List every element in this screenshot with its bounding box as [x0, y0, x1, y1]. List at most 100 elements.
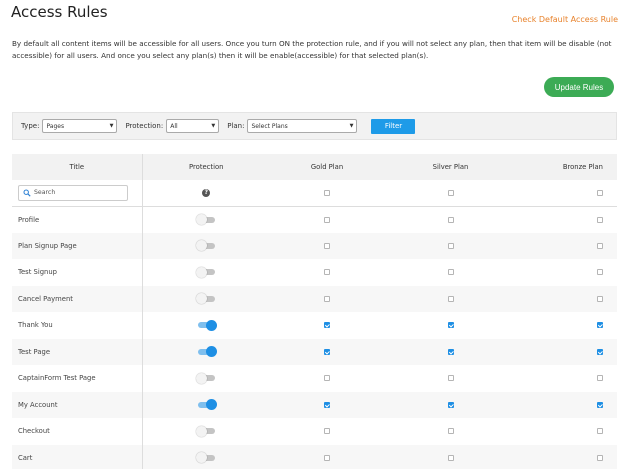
column-header-silver-plan: Silver Plan	[384, 154, 517, 180]
gold-plan-checkbox[interactable]	[324, 428, 330, 435]
check-default-access-rule-link[interactable]: Check Default Access Rule	[512, 15, 618, 24]
gold-plan-checkbox[interactable]	[324, 348, 330, 355]
help-icon[interactable]: ?	[202, 189, 211, 198]
column-header-title: Title	[12, 154, 143, 180]
gold-plan-checkbox[interactable]	[324, 401, 330, 408]
gold-plan-checkbox[interactable]	[324, 375, 330, 382]
chevron-down-icon: ▼	[349, 123, 354, 129]
silver-plan-checkbox[interactable]	[447, 322, 454, 329]
type-label: Type:	[21, 122, 40, 130]
chevron-down-icon: ▼	[109, 123, 114, 129]
table-row: Checkout	[12, 418, 617, 445]
search-input[interactable]: Search	[18, 184, 128, 201]
silver-plan-checkbox[interactable]	[447, 242, 454, 249]
table-row: Cart	[12, 444, 617, 469]
gold-plan-checkbox[interactable]	[324, 269, 330, 276]
table-row: Test Page	[12, 338, 617, 365]
table-row: Profile	[12, 206, 617, 233]
protection-toggle[interactable]	[195, 240, 215, 252]
bronze-plan-checkbox[interactable]	[597, 401, 603, 408]
bronze-plan-checkbox[interactable]	[597, 322, 603, 329]
description-text: By default all content items will be acc…	[12, 39, 612, 60]
row-title: Cancel Payment	[12, 285, 143, 312]
protection-select[interactable]: All ▼	[166, 119, 220, 133]
gold-plan-checkbox[interactable]	[324, 242, 330, 249]
bronze-plan-checkbox[interactable]	[597, 428, 603, 435]
protection-toggle[interactable]	[195, 293, 215, 305]
row-title: Test Page	[12, 338, 143, 365]
protection-label: Protection:	[125, 122, 164, 130]
gold-plan-checkbox[interactable]	[324, 295, 330, 302]
protection-toggle[interactable]	[197, 399, 217, 411]
toggle-knob	[205, 399, 217, 411]
row-title: CaptainForm Test Page	[12, 365, 143, 392]
plan-select-value: Select Plans	[251, 122, 288, 130]
protection-toggle[interactable]	[195, 372, 215, 384]
silver-plan-checkbox[interactable]	[447, 216, 454, 223]
protection-select-value: All	[170, 122, 178, 130]
toggle-knob	[195, 293, 207, 305]
row-title: Cart	[12, 444, 143, 469]
silver-plan-checkbox[interactable]	[447, 454, 454, 461]
page-title: Access Rules	[11, 3, 108, 21]
silver-plan-checkbox[interactable]	[447, 375, 454, 382]
silver-plan-checkbox[interactable]	[447, 295, 454, 302]
toggle-knob	[195, 214, 207, 225]
toggle-knob	[205, 319, 217, 331]
column-header-gold-plan: Gold Plan	[270, 154, 384, 180]
bronze-plan-checkbox[interactable]	[597, 348, 603, 355]
bronze-plan-checkbox[interactable]	[597, 454, 603, 461]
toggle-knob	[195, 452, 207, 464]
gold-plan-checkbox[interactable]	[324, 322, 330, 329]
table-row: Plan Signup Page	[12, 232, 617, 259]
table-row: Thank You	[12, 312, 617, 339]
toggle-knob	[195, 372, 207, 384]
select-all-silver-checkbox[interactable]	[447, 189, 454, 196]
chevron-down-icon: ▼	[211, 123, 216, 129]
select-all-gold-checkbox[interactable]	[324, 189, 330, 196]
filter-bar: Type: Pages ▼ Protection: All ▼ Plan: Se…	[12, 112, 617, 140]
protection-toggle[interactable]	[197, 319, 217, 331]
row-title: Plan Signup Page	[12, 232, 143, 259]
silver-plan-checkbox[interactable]	[447, 269, 454, 276]
silver-plan-checkbox[interactable]	[447, 348, 454, 355]
column-header-bronze-plan: Bronze Plan	[517, 154, 617, 180]
toggle-knob	[205, 346, 217, 358]
toggle-knob	[195, 266, 207, 278]
row-title: Profile	[12, 206, 143, 233]
table-row: CaptainForm Test Page	[12, 365, 617, 392]
filter-button[interactable]: Filter	[371, 118, 416, 134]
row-title: Test Signup	[12, 259, 143, 286]
toggle-knob	[195, 240, 207, 252]
bronze-plan-checkbox[interactable]	[597, 242, 603, 249]
update-rules-button[interactable]: Update Rules	[544, 77, 614, 97]
protection-toggle[interactable]	[195, 425, 215, 437]
search-icon	[23, 189, 31, 197]
plan-select[interactable]: Select Plans ▼	[247, 119, 358, 133]
gold-plan-checkbox[interactable]	[324, 454, 330, 461]
type-select[interactable]: Pages ▼	[42, 119, 118, 133]
select-all-bronze-checkbox[interactable]	[597, 189, 603, 196]
row-title: Thank You	[12, 312, 143, 339]
access-rules-table: Title Protection Gold Plan Silver Plan B…	[12, 154, 617, 469]
row-title: Checkout	[12, 418, 143, 445]
table-row: Cancel Payment	[12, 285, 617, 312]
bronze-plan-checkbox[interactable]	[597, 295, 603, 302]
toggle-knob	[195, 425, 207, 437]
column-header-protection: Protection	[142, 154, 270, 180]
table-row: My Account	[12, 391, 617, 418]
silver-plan-checkbox[interactable]	[447, 428, 454, 435]
bronze-plan-checkbox[interactable]	[597, 269, 603, 276]
bronze-plan-checkbox[interactable]	[597, 216, 603, 223]
row-title: My Account	[12, 391, 143, 418]
protection-toggle[interactable]	[195, 214, 215, 225]
bronze-plan-checkbox[interactable]	[597, 375, 603, 382]
protection-toggle[interactable]	[195, 452, 215, 464]
search-placeholder: Search	[34, 189, 56, 197]
plan-label: Plan:	[227, 122, 245, 130]
silver-plan-checkbox[interactable]	[447, 401, 454, 408]
protection-toggle[interactable]	[195, 266, 215, 278]
gold-plan-checkbox[interactable]	[324, 216, 330, 223]
type-select-value: Pages	[46, 122, 65, 130]
protection-toggle[interactable]	[197, 346, 217, 358]
